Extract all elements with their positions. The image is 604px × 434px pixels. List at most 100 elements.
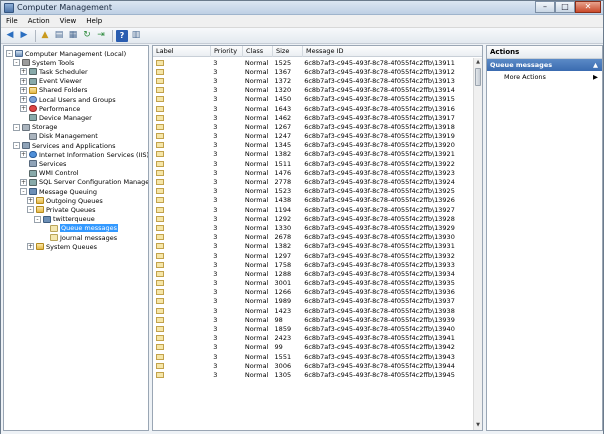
up-folder-icon[interactable]: ▲	[39, 30, 51, 42]
back-icon[interactable]: ◀	[4, 30, 16, 42]
tree-node[interactable]: - Services and Applications	[13, 141, 115, 150]
table-row[interactable]: 3 Normal 1247 6c8b7af3-c945-493f-8c78-4f055…	[153, 132, 474, 141]
tree-node[interactable]: + System Queues	[27, 242, 97, 251]
properties-icon[interactable]: ▦	[67, 30, 79, 42]
table-row[interactable]: 3 Normal 1643 6c8b7af3-c945-493f-8c78-4f055…	[153, 104, 474, 113]
tree-node[interactable]: + Performance	[20, 104, 80, 113]
table-row[interactable]: 3 Normal 1367 6c8b7af3-c945-493f-8c78-4f055…	[153, 67, 474, 76]
table-row[interactable]: 3 Normal 2778 6c8b7af3-c945-493f-8c78-4f055…	[153, 177, 474, 186]
tree-node[interactable]: - System Tools	[13, 58, 74, 67]
tree-node[interactable]: + Shared Folders	[20, 86, 87, 95]
table-row[interactable]: 3 Normal 1423 6c8b7af3-c945-493f-8c78-4f055…	[153, 306, 474, 315]
collapse-icon[interactable]: -	[13, 59, 20, 67]
table-row[interactable]: 3 Normal 1525 6c8b7af3-c945-493f-8c78-4f055…	[153, 58, 474, 67]
tree-node[interactable]: Services	[20, 159, 66, 168]
show-hide-tree-icon[interactable]: ▤	[53, 30, 65, 42]
table-row[interactable]: 3 Normal 1476 6c8b7af3-c945-493f-8c78-4f055…	[153, 168, 474, 177]
table-row[interactable]: 3 Normal 1859 6c8b7af3-c945-493f-8c78-4f055…	[153, 324, 474, 333]
expand-icon[interactable]: +	[20, 68, 27, 76]
table-row[interactable]: 3 Normal 1194 6c8b7af3-c945-493f-8c78-4f055…	[153, 205, 474, 214]
collapse-icon[interactable]: -	[13, 142, 20, 149]
expand-icon[interactable]: +	[20, 96, 27, 103]
table-row[interactable]: 3 Normal 1758 6c8b7af3-c945-493f-8c78-4f055…	[153, 260, 474, 269]
collapse-icon[interactable]: -	[6, 50, 13, 57]
collapse-icon[interactable]: -	[13, 123, 20, 131]
tree-node[interactable]: - Message Queuing	[20, 187, 97, 196]
table-row[interactable]: 3 Normal 1511 6c8b7af3-c945-493f-8c78-4f055…	[153, 159, 474, 168]
table-row[interactable]: 3 Normal 1330 6c8b7af3-c945-493f-8c78-4f055…	[153, 223, 474, 232]
tree-node[interactable]: + Local Users and Groups	[20, 95, 116, 104]
help-icon[interactable]: ?	[116, 29, 128, 42]
table-row[interactable]: 3 Normal 1989 6c8b7af3-c945-493f-8c78-4f055…	[153, 297, 474, 306]
tree-node[interactable]: + Outgoing Queues	[27, 196, 103, 205]
column-header-label[interactable]: Label	[153, 46, 211, 57]
menu-help[interactable]: Help	[81, 15, 107, 28]
maximize-button[interactable]: □	[555, 1, 575, 13]
column-header-class[interactable]: Class	[243, 46, 273, 57]
table-row[interactable]: 3 Normal 1372 6c8b7af3-c945-493f-8c78-4f055…	[153, 76, 474, 85]
table-row[interactable]: 3 Normal 98 6c8b7af3-c945-493f-8c78-4f055f4…	[153, 315, 474, 324]
scroll-thumb[interactable]	[475, 68, 481, 86]
table-row[interactable]: 3 Normal 1266 6c8b7af3-c945-493f-8c78-4f055…	[153, 288, 474, 297]
actions-section-queue-messages[interactable]: Queue messages ▲	[487, 59, 602, 71]
tree-node[interactable]: - Private Queues	[27, 205, 95, 214]
tree-node[interactable]: - Computer Management (Local)	[6, 49, 126, 58]
table-row[interactable]: 3 Normal 1292 6c8b7af3-c945-493f-8c78-4f055…	[153, 214, 474, 223]
expand-icon[interactable]: +	[27, 197, 34, 205]
column-header-size[interactable]: Size	[273, 46, 303, 57]
table-row[interactable]: 3 Normal 1288 6c8b7af3-c945-493f-8c78-4f055…	[153, 269, 474, 278]
tree-node[interactable]: + Task Scheduler	[20, 67, 88, 76]
tree-node[interactable]: Journal messages	[41, 233, 117, 242]
collapse-icon[interactable]: -	[27, 206, 34, 214]
table-row[interactable]: 3 Normal 99 6c8b7af3-c945-493f-8c78-4f055f4…	[153, 343, 474, 352]
tree-node[interactable]: Device Manager	[20, 113, 92, 122]
table-row[interactable]: 3 Normal 1345 6c8b7af3-c945-493f-8c78-4f055…	[153, 141, 474, 150]
close-button[interactable]: ✕	[575, 1, 601, 13]
table-row[interactable]: 3 Normal 3006 6c8b7af3-c945-493f-8c78-4f055…	[153, 361, 474, 370]
menu-view[interactable]: View	[55, 15, 82, 28]
forward-icon[interactable]: ▶	[18, 30, 30, 42]
vertical-scrollbar[interactable]: ▲ ▼	[473, 58, 482, 430]
menu-file[interactable]: File	[1, 15, 23, 28]
table-row[interactable]: 3 Normal 1382 6c8b7af3-c945-493f-8c78-4f055…	[153, 150, 474, 159]
export-list-icon[interactable]: ⇥	[95, 30, 107, 42]
table-row[interactable]: 3 Normal 1438 6c8b7af3-c945-493f-8c78-4f055…	[153, 196, 474, 205]
tree-node[interactable]: - Storage	[13, 123, 57, 132]
scroll-down-icon[interactable]: ▼	[474, 421, 482, 430]
scroll-up-icon[interactable]: ▲	[474, 58, 482, 67]
expand-icon[interactable]: +	[20, 151, 27, 159]
table-row[interactable]: 3 Normal 2423 6c8b7af3-c945-493f-8c78-4f055…	[153, 334, 474, 343]
table-row[interactable]: 3 Normal 1320 6c8b7af3-c945-493f-8c78-4f055…	[153, 86, 474, 95]
more-actions-item[interactable]: More Actions ▶	[487, 71, 602, 83]
table-row[interactable]: 3 Normal 1551 6c8b7af3-c945-493f-8c78-4f055…	[153, 352, 474, 361]
expand-icon[interactable]: +	[27, 243, 34, 251]
column-header-message-id[interactable]: Message ID	[303, 46, 482, 57]
table-row[interactable]: 3 Normal 1305 6c8b7af3-c945-493f-8c78-4f055…	[153, 370, 474, 379]
refresh-icon[interactable]: ↻	[81, 30, 93, 42]
tree-node[interactable]: Disk Management	[20, 132, 98, 141]
minimize-button[interactable]: –	[535, 1, 555, 13]
expand-icon[interactable]: +	[20, 105, 27, 113]
menu-action[interactable]: Action	[23, 15, 55, 28]
expand-icon[interactable]: +	[20, 86, 27, 94]
tree-node[interactable]: + Internet Information Services (IIS) M	[20, 150, 148, 159]
table-row[interactable]: 3 Normal 1267 6c8b7af3-c945-493f-8c78-4f055…	[153, 122, 474, 131]
table-row[interactable]: 3 Normal 1450 6c8b7af3-c945-493f-8c78-4f055…	[153, 95, 474, 104]
collapse-icon[interactable]: ▲	[593, 59, 598, 71]
tree-node[interactable]: + Event Viewer	[20, 77, 82, 86]
action-pane-icon[interactable]: ▥	[130, 30, 142, 42]
table-row[interactable]: 3 Normal 1523 6c8b7af3-c945-493f-8c78-4f055…	[153, 187, 474, 196]
expand-icon[interactable]: +	[20, 178, 27, 186]
table-row[interactable]: 3 Normal 3001 6c8b7af3-c945-493f-8c78-4f055…	[153, 279, 474, 288]
column-header-priority[interactable]: Priority	[211, 46, 243, 57]
table-row[interactable]: 3 Normal 2678 6c8b7af3-c945-493f-8c78-4f055…	[153, 233, 474, 242]
table-row[interactable]: 3 Normal 1297 6c8b7af3-c945-493f-8c78-4f055…	[153, 251, 474, 260]
tree-node[interactable]: + SQL Server Configuration Manager	[20, 178, 148, 187]
table-row[interactable]: 3 Normal 1382 6c8b7af3-c945-493f-8c78-4f055…	[153, 242, 474, 251]
expand-icon[interactable]: +	[20, 77, 27, 85]
tree-node[interactable]: Queue messages	[41, 224, 119, 233]
collapse-icon[interactable]: -	[34, 215, 41, 223]
collapse-icon[interactable]: -	[20, 188, 27, 195]
tree-node[interactable]: - twitterqueue	[34, 215, 95, 224]
table-row[interactable]: 3 Normal 1462 6c8b7af3-c945-493f-8c78-4f055…	[153, 113, 474, 122]
